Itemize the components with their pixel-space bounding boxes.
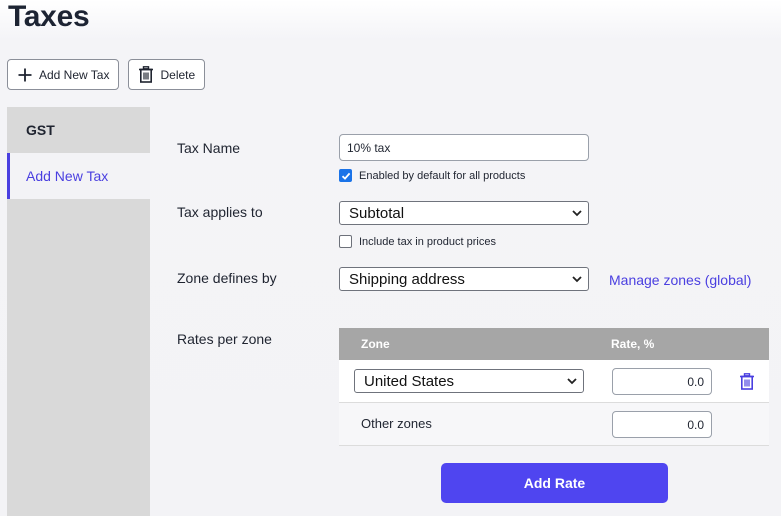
table-row: Other zones (339, 403, 769, 446)
delete-button[interactable]: Delete (128, 59, 206, 90)
table-row: United States (339, 360, 769, 403)
add-new-tax-label: Add New Tax (39, 67, 110, 82)
delete-label: Delete (160, 67, 196, 82)
trash-icon (138, 66, 154, 83)
trash-icon[interactable] (739, 373, 755, 390)
tax-applies-to-value: Subtotal (349, 204, 405, 222)
include-tax-checkbox[interactable] (339, 235, 352, 248)
zone-defines-value: Shipping address (349, 270, 465, 288)
rate-input[interactable] (612, 368, 712, 395)
include-tax-label: Include tax in product prices (359, 235, 496, 248)
chevron-down-icon (572, 274, 582, 284)
rates-table: Zone Rate, % United States Other z (339, 328, 769, 446)
add-new-tax-button[interactable]: Add New Tax (7, 59, 120, 90)
tax-name-input[interactable] (339, 134, 589, 161)
plus-icon (17, 67, 33, 83)
zone-defines-label: Zone defines by (177, 270, 277, 286)
include-tax-row: Include tax in product prices (339, 235, 496, 248)
rates-table-header: Zone Rate, % (339, 328, 769, 360)
sidebar: GST Add New Tax (7, 107, 150, 516)
rate-input[interactable] (612, 411, 712, 438)
tax-applies-to-select[interactable]: Subtotal (339, 201, 589, 225)
zone-column-header: Zone (361, 337, 390, 351)
rate-column-header: Rate, % (611, 337, 655, 351)
sidebar-item-gst[interactable]: GST (7, 107, 150, 153)
page-title: Taxes (8, 0, 90, 33)
zone-defines-select[interactable]: Shipping address (339, 267, 589, 291)
rates-per-zone-label: Rates per zone (177, 331, 272, 347)
zone-select-value: United States (364, 372, 455, 390)
tax-name-label: Tax Name (177, 140, 241, 156)
toolbar: Add New Tax Delete (7, 59, 206, 90)
chevron-down-icon (567, 373, 577, 390)
tax-form: Tax Name Enabled by default for all prod… (150, 107, 781, 516)
other-zones-label: Other zones (361, 416, 432, 431)
manage-zones-link[interactable]: Manage zones (global) (609, 272, 751, 288)
enabled-default-row: Enabled by default for all products (339, 169, 525, 182)
zone-select[interactable]: United States (354, 369, 584, 393)
sidebar-item-add-new-tax[interactable]: Add New Tax (7, 153, 150, 199)
enabled-default-checkbox[interactable] (339, 169, 352, 182)
add-rate-button[interactable]: Add Rate (441, 463, 668, 503)
chevron-down-icon (572, 208, 582, 218)
checkmark-icon (341, 172, 350, 180)
enabled-default-label: Enabled by default for all products (359, 169, 526, 182)
tax-applies-to-label: Tax applies to (177, 204, 263, 220)
